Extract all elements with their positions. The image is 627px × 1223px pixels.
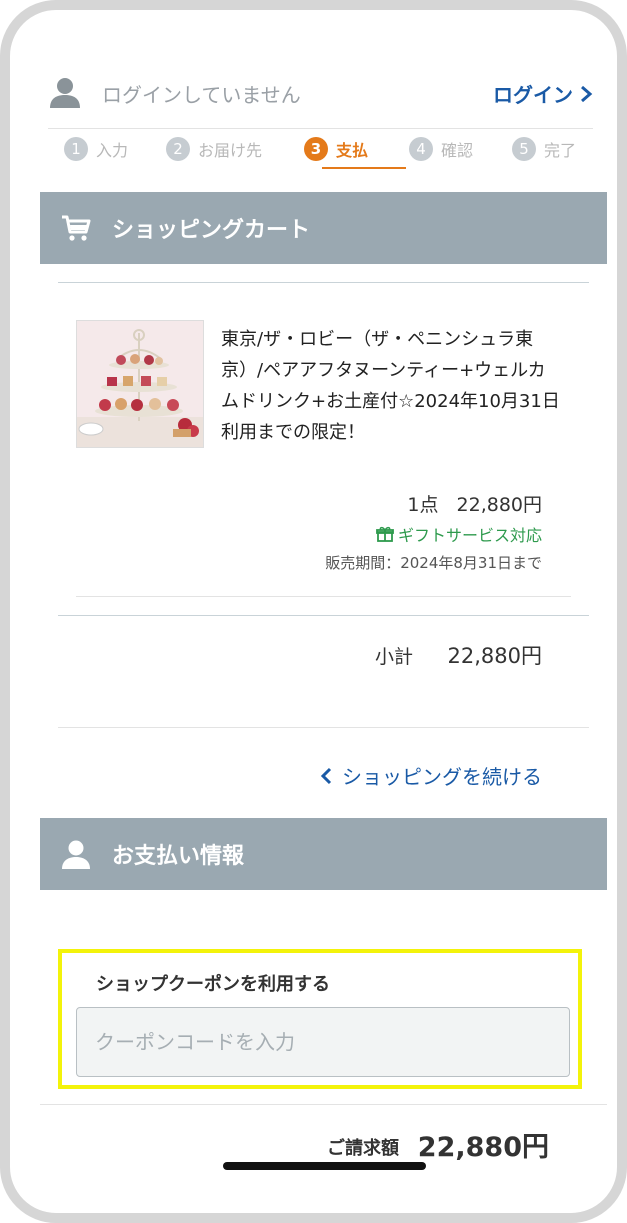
afternoon-tea-image [77,321,203,447]
footer-divider [40,1104,607,1105]
step-number: 5 [512,137,536,161]
login-row: ログインしていません ログイン [48,65,593,115]
cart-section-title: ショッピングカート [112,218,311,243]
page: ログインしていません ログイン 1 入力 2 お届け先 3 支払 4 確認 5 … [30,10,607,1213]
phone-frame: ログインしていません ログイン 1 入力 2 お届け先 3 支払 4 確認 5 … [0,0,627,1223]
subtotal-value: 22,880円 [447,644,542,668]
gift-icon [376,526,394,542]
step-delivery: 2 お届け先 [166,134,262,164]
login-link-label: ログイン [493,83,573,107]
step-label: お届け先 [198,141,263,160]
login-status-text: ログインしていません [102,83,301,107]
coupon-label: ショップクーポンを利用する [96,974,330,995]
step-number: 4 [409,137,433,161]
login-link[interactable]: ログイン [493,79,593,108]
step-confirm: 4 確認 [409,134,473,164]
step-label: 入力 [96,141,129,160]
gift-service-badge: ギフトサービス対応 [376,522,542,546]
divider [58,282,589,283]
checkout-steps: 1 入力 2 お届け先 3 支払 4 確認 5 完了 [52,128,597,172]
cart-icon [62,215,91,241]
step-number: 2 [166,137,190,161]
product-title[interactable]: 東京/ザ・ロビー（ザ・ペニンシュラ東京）/ペアアフタヌーンティー+ウェルカムドリ… [221,324,561,448]
cart-section-header: ショッピングカート [40,192,607,264]
sales-period: 販売期間：2024年8月31日まで [325,554,542,572]
gift-service-text: ギフトサービス対応 [397,526,542,545]
subtotal-label: 小計 [375,646,414,668]
user-icon [50,78,80,108]
active-step-underline [322,167,406,169]
item-qty-price: 1点 22,880円 [407,490,542,517]
divider [76,596,571,597]
divider [58,615,589,616]
chevron-left-icon [320,767,332,784]
coupon-code-input[interactable] [76,1007,570,1077]
item-qty: 1点 [407,494,439,516]
continue-shopping-label: ショッピングを続ける [342,765,542,789]
step-complete: 5 完了 [512,134,576,164]
divider [58,727,589,728]
total-label: ご請求額 [327,1138,399,1159]
step-label: 支払 [336,141,369,160]
step-number: 3 [304,137,328,161]
continue-shopping-link[interactable]: ショッピングを続ける [320,761,542,790]
step-payment: 3 支払 [304,134,368,164]
payment-section-header: お支払い情報 [40,818,607,890]
step-label: 確認 [441,141,474,160]
step-number: 1 [64,137,88,161]
step-label: 完了 [544,141,577,160]
coupon-highlight-box: ショップクーポンを利用する [58,949,582,1089]
step-input: 1 入力 [64,134,128,164]
payment-section-title: お支払い情報 [112,844,245,869]
user-icon [62,840,90,869]
home-indicator[interactable] [223,1162,426,1170]
chevron-right-icon [581,85,593,102]
item-price: 22,880円 [456,494,542,516]
product-image[interactable] [76,320,204,448]
total-value: 22,880円 [417,1132,549,1163]
